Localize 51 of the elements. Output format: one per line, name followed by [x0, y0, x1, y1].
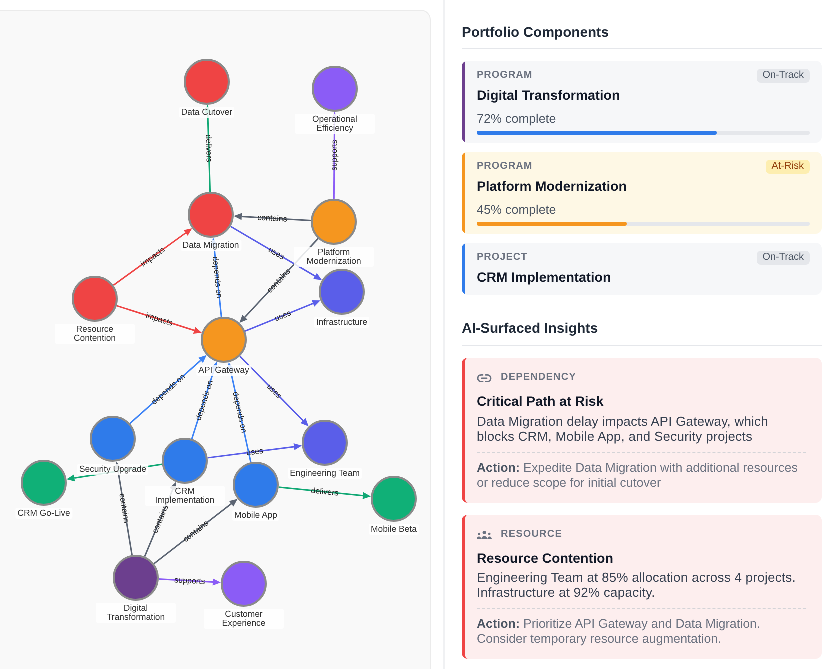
edge-label: delivers	[204, 134, 214, 162]
node-label: Mobile Beta	[369, 524, 419, 534]
insight-category: DEPENDENCY	[501, 371, 576, 385]
insight-title: Critical Path at Risk	[477, 393, 605, 411]
edge-label: delivers	[310, 486, 340, 498]
edge-label: uses	[273, 308, 293, 324]
node-label: Platform Modernization	[294, 246, 374, 266]
card-title: Platform Modernization	[477, 178, 628, 196]
node-label: Operational Efficiency	[295, 114, 375, 134]
people-icon	[477, 530, 492, 538]
insight-description: Engineering Team at 85% allocation across 4 projects. Infrastructure at 92% capacity.	[477, 570, 798, 600]
progress-text: 45% complete	[477, 202, 558, 218]
status-badge: At-Risk	[766, 160, 810, 174]
node-label: Customer Experience	[204, 608, 284, 628]
edge-label: uses	[266, 245, 286, 262]
edge-label: contains	[118, 493, 132, 524]
section-heading: Portfolio Components	[462, 22, 822, 49]
action-text: Action: Prioritize API Gateway and Data Migration. Consider temporary resource augmentation.	[477, 617, 762, 647]
edge-label: uses	[246, 446, 264, 458]
insight-description: Data Migration delay impacts API Gateway, which blocks CRM, Mobile App, and Security projects	[477, 414, 770, 444]
node-label: Data Migration	[180, 240, 242, 250]
progress-text: 72% complete	[477, 111, 558, 127]
node-label: Infrastructure	[314, 316, 370, 328]
edge-label: depends on	[231, 391, 249, 434]
node-label: Data Cutover	[179, 106, 235, 118]
edge-label: supports	[330, 140, 340, 171]
node-label: CRM Go-Live	[16, 508, 72, 518]
node-label: Resource Contention	[55, 324, 135, 344]
card-title: CRM Implementation	[477, 269, 612, 287]
edge-label: depends on	[194, 379, 216, 422]
node-label: API Gateway	[196, 364, 252, 376]
node-label: Security Upgrade	[77, 464, 149, 474]
status-badge: On-Track	[756, 69, 810, 83]
edge-label: depends on	[210, 256, 224, 299]
node-label: Engineering Team	[288, 468, 362, 478]
edge-label: impacts	[145, 311, 174, 328]
action-text: Action: Expedite Data Migration with additional resources or reduce scope for initial cutover	[477, 460, 799, 490]
node-label: Mobile App	[232, 510, 280, 520]
item-type-label: PROGRAM	[477, 160, 533, 174]
node-label: Digital Transformation	[96, 602, 176, 622]
item-type-label: PROJECT	[477, 251, 528, 265]
insight-category: RESOURCE	[501, 528, 562, 542]
edge-label: supports	[174, 576, 206, 586]
status-badge: On-Track	[756, 251, 810, 265]
link-icon	[477, 374, 492, 382]
section-heading: AI-Surfaced Insights	[462, 318, 822, 346]
insight-title: Resource Contention	[477, 550, 615, 568]
item-type-label: PROGRAM	[477, 69, 533, 83]
card-title: Digital Transformation	[477, 87, 622, 105]
edge-label: contains	[257, 213, 288, 224]
node-label: CRM Implementation	[145, 486, 225, 506]
